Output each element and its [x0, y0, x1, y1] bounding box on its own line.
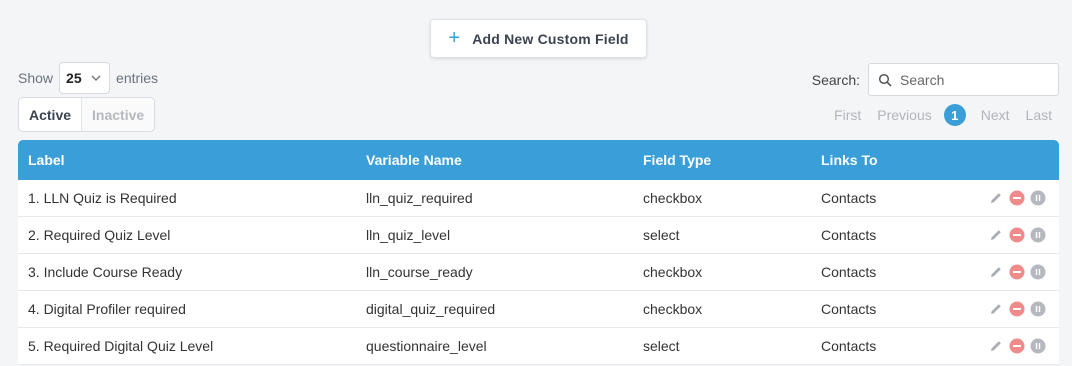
header-links-to[interactable]: Links To	[821, 152, 878, 168]
tab-active[interactable]: Active	[19, 98, 81, 131]
row-links: Contacts	[821, 338, 877, 354]
entries-per-page-value: 25	[66, 70, 82, 86]
row-variable: lln_quiz_level	[366, 227, 451, 243]
minus-circle-icon[interactable]	[1009, 264, 1025, 280]
row-actions	[988, 190, 1046, 206]
table-row: 3. Include Course Ready lln_course_ready…	[18, 254, 1059, 291]
pencil-icon[interactable]	[988, 264, 1004, 280]
row-label: 4. Digital Profiler required	[28, 301, 186, 317]
row-label: 3. Include Course Ready	[28, 264, 183, 280]
pagination-current-page[interactable]: 1	[943, 104, 966, 126]
row-type: select	[643, 227, 680, 243]
plus-icon: +	[448, 26, 461, 49]
minus-circle-icon[interactable]	[1009, 190, 1025, 206]
row-type: select	[643, 338, 680, 354]
table-row: 1. LLN Quiz is Required lln_quiz_require…	[18, 180, 1059, 217]
row-type: checkbox	[643, 264, 703, 280]
table-row: 4. Digital Profiler required digital_qui…	[18, 291, 1059, 328]
pagination-next[interactable]: Next	[981, 107, 1010, 123]
row-type: checkbox	[643, 190, 703, 206]
header-variable-name[interactable]: Variable Name	[366, 152, 462, 168]
table-row: 5. Required Digital Quiz Level questionn…	[18, 328, 1059, 365]
pause-circle-icon[interactable]	[1030, 227, 1046, 243]
active-inactive-toggle: Active Inactive	[18, 97, 156, 132]
row-variable: questionnaire_level	[366, 338, 487, 354]
row-variable: lln_course_ready	[366, 264, 473, 280]
show-label: Show	[18, 70, 54, 86]
table-header: Label Variable Name Field Type Links To	[18, 140, 1059, 180]
tab-inactive[interactable]: Inactive	[81, 98, 155, 131]
header-label[interactable]: Label	[28, 152, 65, 168]
row-label: 5. Required Digital Quiz Level	[28, 338, 214, 354]
chevron-down-icon	[91, 75, 101, 81]
header-field-type[interactable]: Field Type	[643, 152, 711, 168]
pause-circle-icon[interactable]	[1030, 338, 1046, 354]
minus-circle-icon[interactable]	[1009, 227, 1025, 243]
add-new-custom-field-button[interactable]: + Add New Custom Field	[430, 19, 647, 58]
entries-label: entries	[116, 70, 159, 86]
row-type: checkbox	[643, 301, 703, 317]
pencil-icon[interactable]	[988, 190, 1004, 206]
row-variable: digital_quiz_required	[366, 301, 496, 317]
search-icon	[878, 73, 892, 87]
add-button-label: Add New Custom Field	[472, 30, 629, 47]
minus-circle-icon[interactable]	[1009, 301, 1025, 317]
pause-circle-icon[interactable]	[1030, 190, 1046, 206]
row-links: Contacts	[821, 264, 877, 280]
entries-per-page-select[interactable]: 25	[59, 62, 111, 94]
pencil-icon[interactable]	[988, 338, 1004, 354]
row-label: 2. Required Quiz Level	[28, 227, 171, 243]
row-links: Contacts	[821, 301, 877, 317]
pagination-last[interactable]: Last	[1026, 107, 1052, 123]
row-actions	[988, 264, 1046, 280]
search-input[interactable]	[900, 71, 1050, 88]
row-links: Contacts	[821, 190, 877, 206]
search-label: Search:	[811, 71, 860, 88]
row-links: Contacts	[821, 227, 877, 243]
row-actions	[988, 227, 1046, 243]
custom-fields-table: Label Variable Name Field Type Links To …	[18, 140, 1059, 365]
search-box[interactable]	[868, 63, 1059, 96]
pause-circle-icon[interactable]	[1030, 264, 1046, 280]
pause-circle-icon[interactable]	[1030, 301, 1046, 317]
row-actions	[988, 338, 1046, 354]
row-variable: lln_quiz_required	[366, 190, 473, 206]
pagination-previous[interactable]: Previous	[877, 107, 931, 123]
pagination-first[interactable]: First	[834, 107, 861, 123]
row-actions	[988, 301, 1046, 317]
search-control: Search:	[812, 63, 1059, 96]
table-row: 2. Required Quiz Level lln_quiz_level se…	[18, 217, 1059, 254]
pencil-icon[interactable]	[988, 301, 1004, 317]
pagination: First Previous 1 Next Last	[834, 104, 1052, 126]
entries-length-control: Show 25 entries	[18, 62, 158, 94]
minus-circle-icon[interactable]	[1009, 338, 1025, 354]
row-label: 1. LLN Quiz is Required	[28, 190, 177, 206]
pencil-icon[interactable]	[988, 227, 1004, 243]
